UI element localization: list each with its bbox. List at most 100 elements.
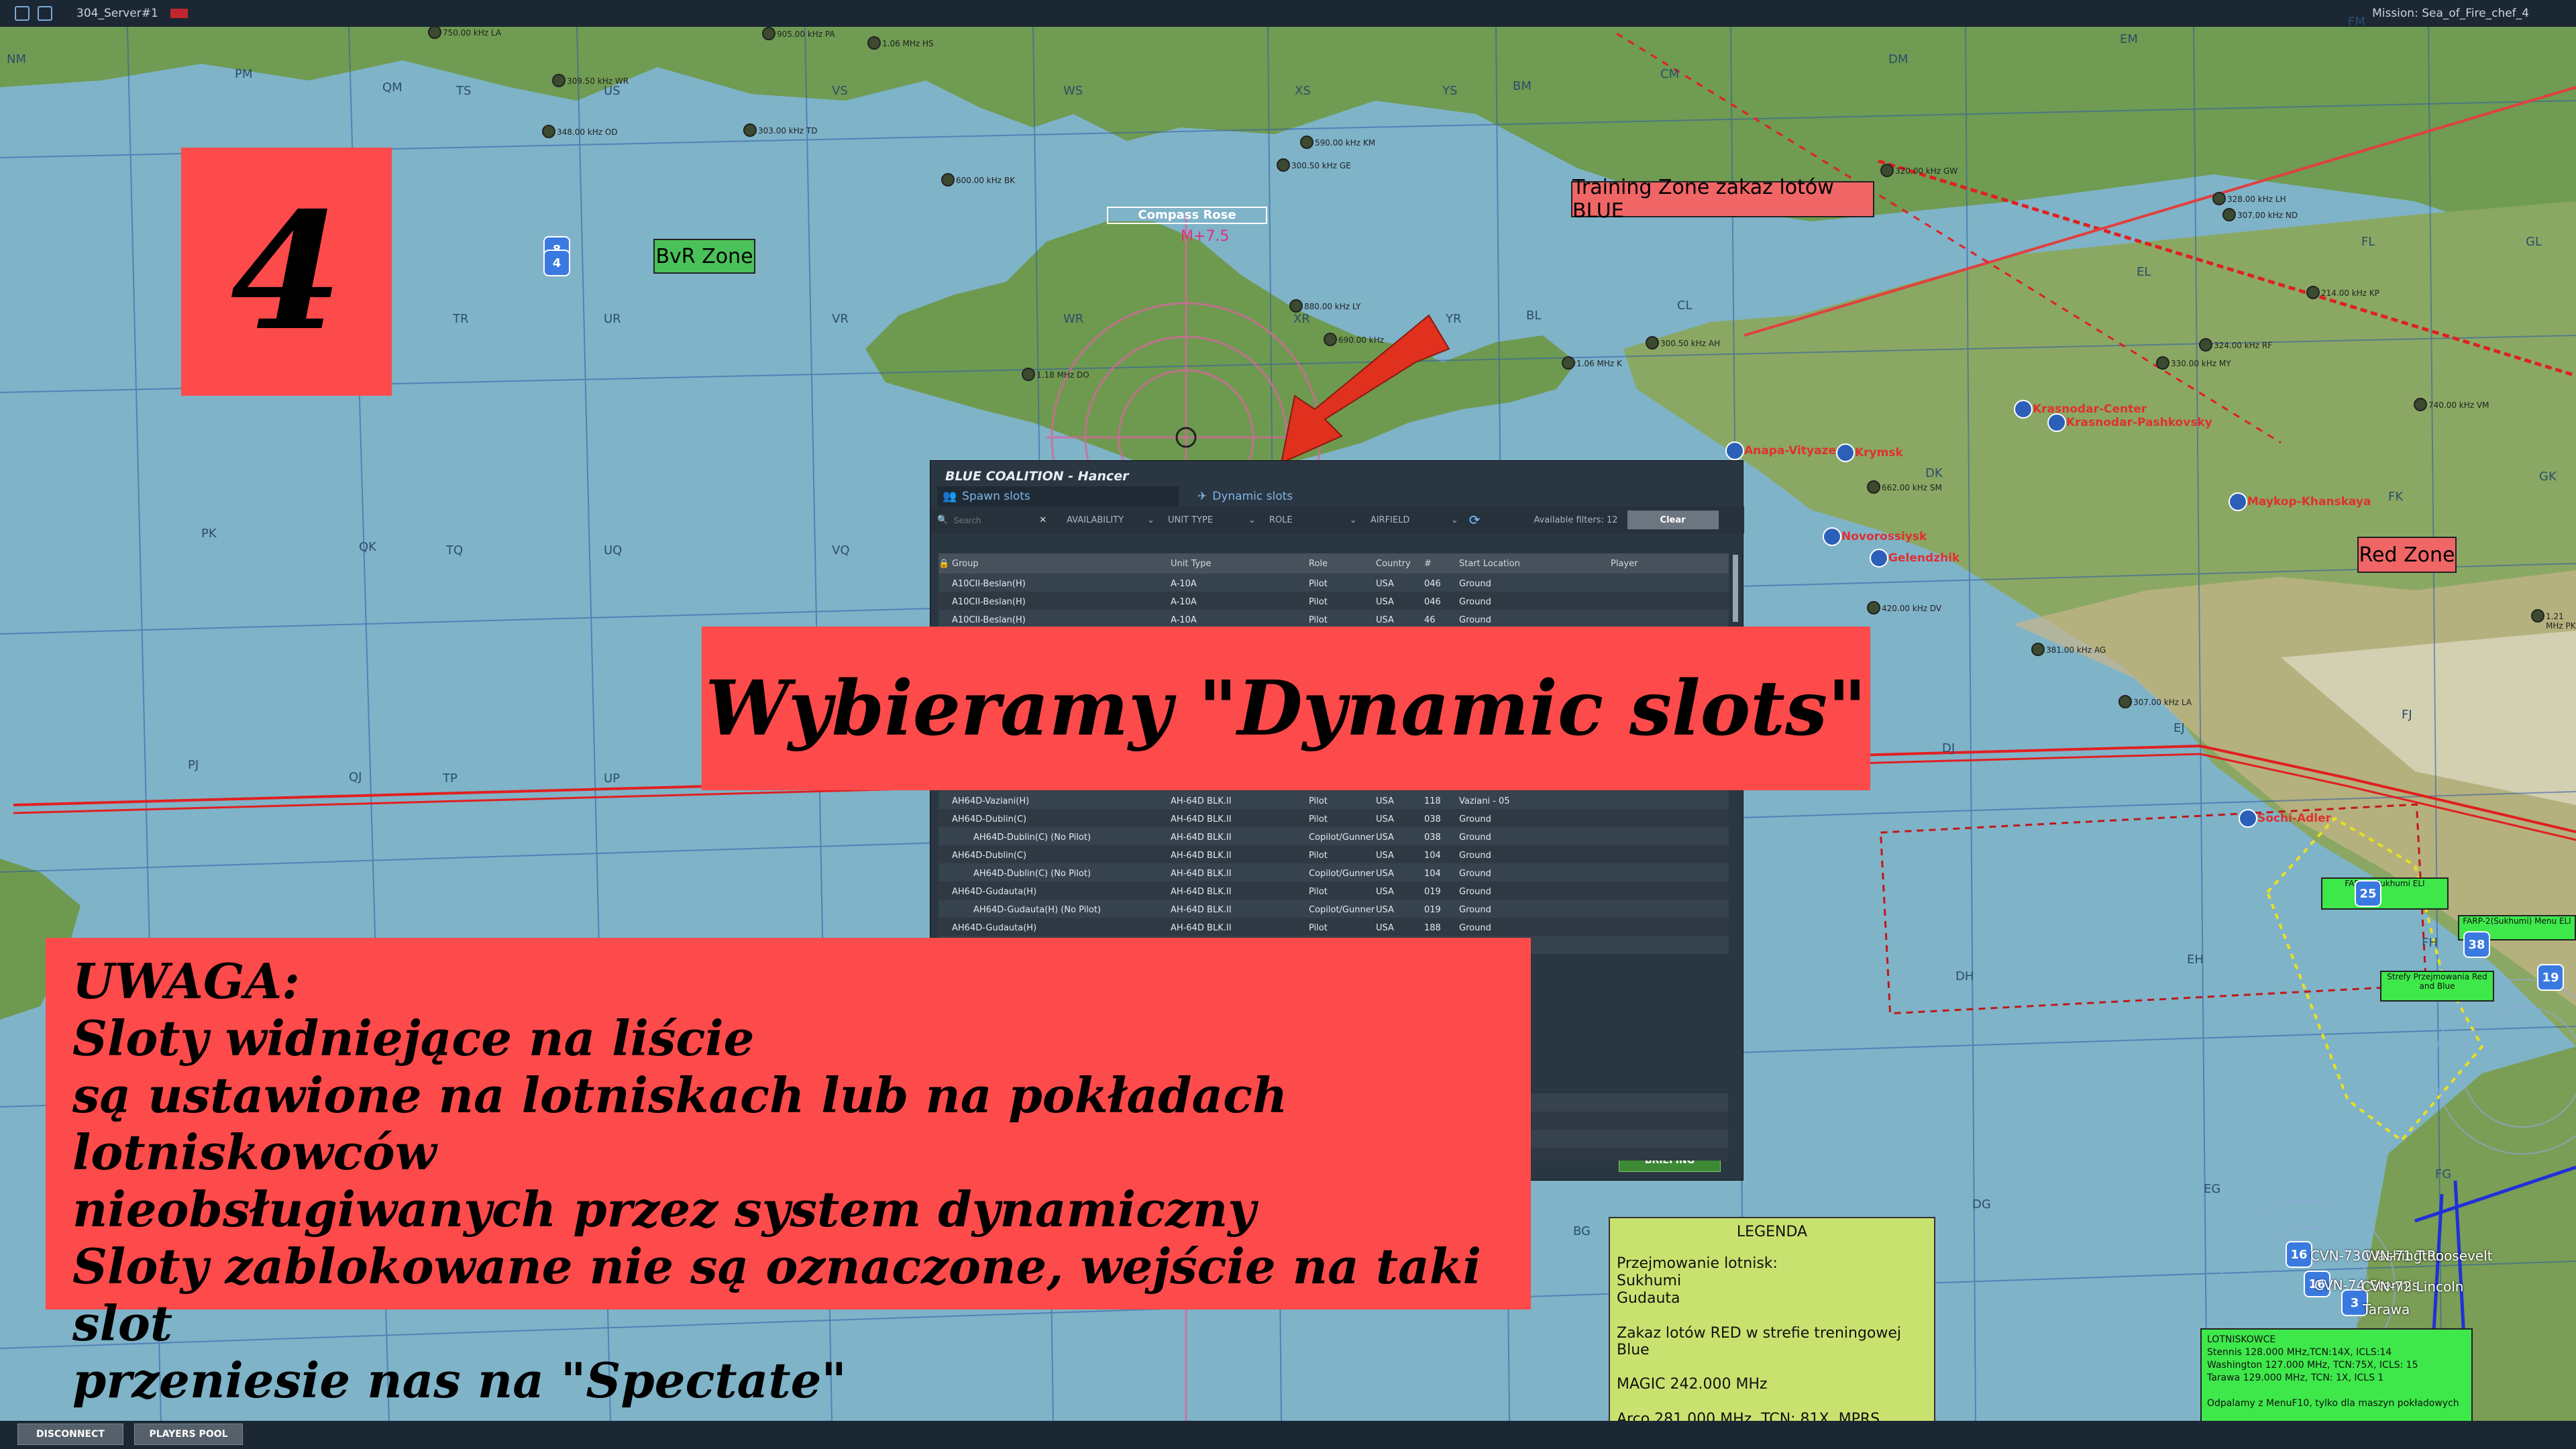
disconnect-button[interactable]: DISCONNECT [17, 1424, 123, 1445]
navaid-icon [1022, 368, 1035, 381]
clear-filters-button[interactable]: Clear [1627, 511, 1719, 529]
cell-start-location: Ground [1459, 597, 1491, 607]
cell-unit-type: AH-64D BLK.II [1171, 814, 1232, 824]
navaid-icon [1324, 333, 1337, 346]
table-row[interactable]: A10CII-Beslan(H) A-10A Pilot USA 46 Ground [938, 610, 1729, 628]
navaid-icon [2199, 338, 2212, 352]
carrier-line: Odpalamy z MenuF10, tylko dla maszyn pok… [2207, 1398, 2459, 1409]
cell-unit-type: A-10A [1171, 615, 1197, 625]
cell-unit-type: AH-64D BLK.II [1171, 869, 1232, 879]
navaid-icon [2212, 192, 2226, 205]
table-row[interactable]: A10CII-Beslan(H) A-10A Pilot USA 046 Ground [938, 592, 1729, 610]
server-list-icon[interactable] [15, 6, 30, 21]
players-pool-button[interactable]: PLAYERS POOL [134, 1424, 243, 1445]
airbase-icon [1823, 527, 1841, 546]
airbase-label: Krasnodar-Center [2033, 402, 2147, 416]
cell-role: Pilot [1309, 887, 1328, 897]
navaid-label: 590.00 kHz KM [1315, 138, 1376, 148]
navaid-label: 330.00 kHz MY [2171, 359, 2231, 368]
airbase-label: Krasnodar-Pashkovsky [2066, 416, 2212, 429]
filter-availability[interactable]: AVAILABILITY [1067, 515, 1147, 525]
tab-dynamic-slots[interactable]: ✈ Dynamic slots [1192, 486, 1460, 506]
unit-marker: 19 [2537, 964, 2564, 991]
grid-label: DJ [1942, 741, 1955, 755]
col-group[interactable]: Group [952, 559, 979, 569]
navaid-label: 214.00 kHz KP [2321, 288, 2379, 298]
cell-unit-type: AH-64D BLK.II [1171, 796, 1232, 806]
legend-line: Przejmowanie lotnisk: [1617, 1255, 1778, 1272]
navaid-label: 303.00 kHz TD [758, 126, 818, 136]
table-row[interactable]: A10CII-Beslan(H) A-10A Pilot USA 046 Ground [938, 574, 1729, 592]
col-player[interactable]: Player [1611, 559, 1638, 569]
navaid-label: 328.00 kHz LH [2227, 195, 2286, 204]
chevron-down-icon: ⌄ [1248, 515, 1256, 525]
grid-label: US [604, 84, 621, 98]
cell-country: USA [1376, 923, 1394, 933]
cell-group: AH64D-Gudauta(H) [952, 887, 1037, 897]
navaid-icon [2306, 286, 2320, 299]
table-row[interactable]: AH64D-Gudauta(H) (No Pilot) AH-64D BLK.II… [938, 900, 1729, 918]
airbase-label: Sochi-Adler [2257, 812, 2332, 825]
cell-start-location: Ground [1459, 869, 1491, 879]
grid-label: QM [382, 80, 402, 95]
legend-line: Gudauta [1617, 1290, 1680, 1307]
grid-label: TS [456, 84, 472, 98]
cell-country: USA [1376, 814, 1394, 824]
col-start-location[interactable]: Start Location [1459, 559, 1520, 569]
grid-label: DM [1888, 52, 1909, 66]
warning-line-2: Sloty widniejące na liście [72, 1010, 755, 1067]
table-row[interactable]: AH64D-Dublin(C) (No Pilot) AH-64D BLK.II C… [938, 827, 1729, 845]
col-unit-type[interactable]: Unit Type [1171, 559, 1211, 569]
table-scrollbar[interactable] [1733, 555, 1738, 622]
navaid-label: 690.00 kHz [1338, 335, 1385, 345]
table-row[interactable]: AH64D-Dublin(C) AH-64D BLK.II Pilot USA 104 G… [938, 845, 1729, 863]
warning-line-4: nieobsługiwanych przez system dynamiczny [72, 1181, 1256, 1238]
cell-role: Pilot [1309, 851, 1328, 861]
server-name: 304_Server#1 [76, 7, 158, 20]
grid-label: FK [2388, 490, 2404, 504]
table-row[interactable]: AH64D-Gudauta(H) AH-64D BLK.II Pilot USA 019… [938, 881, 1729, 900]
map-legend: LEGENDA Przejmowanie lotnisk: Sukhumi Guda… [1609, 1217, 1935, 1428]
grid-label: EM [2120, 32, 2138, 46]
table-row[interactable]: AH64D-Gudauta(H) AH-64D BLK.II Pilot USA 188… [938, 918, 1729, 936]
cell-unit-type: AH-64D BLK.II [1171, 887, 1232, 897]
table-row[interactable]: AH64D-Vaziani(H) AH-64D BLK.II Pilot USA 118… [938, 791, 1729, 809]
col-number[interactable]: # [1424, 559, 1432, 569]
clear-search-icon[interactable]: ✕ [1039, 515, 1046, 525]
grid-label: WS [1063, 84, 1083, 98]
grid-label: TQ [446, 543, 464, 557]
tab-spawn-slots[interactable]: 👥 Spawn slots [937, 486, 1179, 506]
airbase-icon [2229, 492, 2247, 511]
filter-airfield[interactable]: AIRFIELD [1371, 515, 1451, 525]
navaid-icon [2118, 695, 2132, 708]
navaid-icon [1867, 601, 1880, 614]
search-input[interactable] [952, 514, 1036, 526]
navaid-label: 1.21 MHz PK [2546, 612, 2576, 631]
navaid-icon [1646, 336, 1659, 350]
filter-role[interactable]: ROLE [1269, 515, 1350, 525]
tab-dynamic-label: Dynamic slots [1212, 490, 1293, 503]
grid-label: CL [1677, 299, 1693, 313]
grid-label: BM [1513, 79, 1532, 93]
players-icon[interactable] [38, 6, 52, 21]
filter-unit-type[interactable]: UNIT TYPE [1168, 515, 1248, 525]
grid-label: DH [1955, 969, 1974, 983]
col-country[interactable]: Country [1376, 559, 1411, 569]
cell-group: AH64D-Vaziani(H) [952, 796, 1030, 806]
chevron-down-icon: ⌄ [1349, 515, 1357, 525]
cell-country: USA [1376, 796, 1394, 806]
col-role[interactable]: Role [1309, 559, 1328, 569]
cell-role: Pilot [1309, 579, 1328, 589]
grid-label: QJ [349, 770, 362, 784]
lock-icon: 🔒 [938, 559, 950, 569]
table-row[interactable]: AH64D-Dublin(C) AH-64D BLK.II Pilot USA 038 G… [938, 809, 1729, 827]
navaid-label: 600.00 kHz BK [956, 176, 1015, 185]
refresh-icon[interactable]: ⟳ [1469, 512, 1481, 528]
table-row[interactable]: AH64D-Dublin(C) (No Pilot) AH-64D BLK.II C… [938, 863, 1729, 881]
cell-unit-type: AH-64D BLK.II [1171, 851, 1232, 861]
spawn-slots-icon: 👥 [943, 490, 957, 503]
cell-number: 046 [1424, 579, 1441, 589]
main-callout: Wybieramy "Dynamic slots" [702, 627, 1870, 790]
warning-line-3: są ustawione na lotniskach lub na pokład… [72, 1067, 1288, 1181]
cell-number: 46 [1424, 615, 1436, 625]
